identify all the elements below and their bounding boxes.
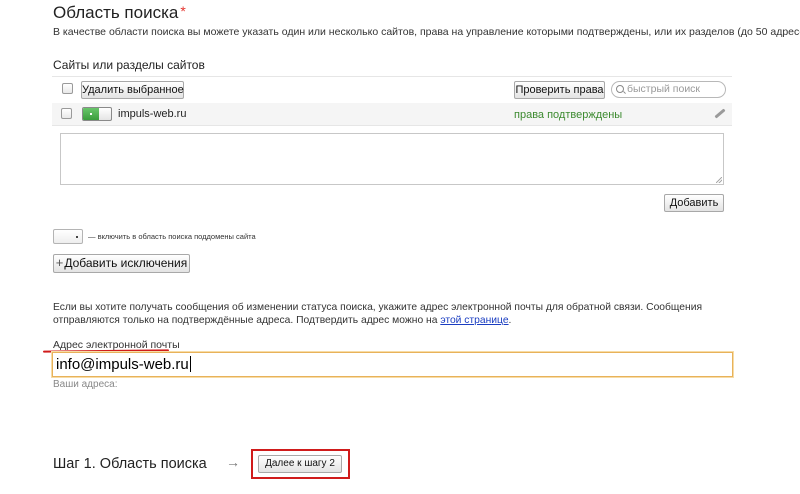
quick-search-placeholder: быстрый поиск <box>627 83 701 95</box>
email-input[interactable]: info@impuls-web.ru <box>52 352 733 377</box>
rights-status: права подтверждены <box>514 109 623 121</box>
add-exclusions-button[interactable]: +Добавить исключения <box>53 254 190 273</box>
section-title: Область поиска * <box>53 3 186 23</box>
email-info-part1: Если вы хотите получать сообщения об изм… <box>53 302 703 326</box>
select-all-checkbox[interactable] <box>62 83 73 94</box>
search-icon <box>616 85 624 93</box>
arrow-right-icon: → <box>226 454 240 470</box>
toggle-on-indicator <box>83 108 99 120</box>
email-info-part2: . <box>508 315 512 326</box>
text-caret <box>189 356 191 372</box>
next-step-button[interactable]: Далее к шагу 2 <box>258 455 342 473</box>
required-mark: * <box>180 3 186 19</box>
add-exclusions-label: Добавить исключения <box>64 256 188 270</box>
section-description: В качестве области поиска вы можете указ… <box>53 26 800 38</box>
site-toggle[interactable] <box>82 107 112 121</box>
confirm-page-link[interactable]: этой странице <box>440 315 508 326</box>
edit-pencil-icon[interactable] <box>714 108 726 119</box>
site-row-checkbox[interactable] <box>61 108 72 119</box>
email-info-text: Если вы хотите получать сообщения об изм… <box>53 301 753 327</box>
sites-label: Сайты или разделы сайтов <box>53 58 205 72</box>
add-sites-textarea[interactable] <box>60 133 724 185</box>
site-name: impuls-web.ru <box>118 108 187 120</box>
email-value: info@impuls-web.ru <box>56 356 189 373</box>
resize-handle-icon[interactable] <box>716 177 722 183</box>
subdomains-label: — включить в область поиска поддомены са… <box>88 232 256 241</box>
section-title-text: Область поиска <box>53 3 179 22</box>
plus-icon: + <box>55 255 64 270</box>
your-addresses-label: Ваши адреса: <box>53 379 118 390</box>
add-button[interactable]: Добавить <box>664 194 724 212</box>
sites-toolbar: Удалить выбранное Проверить права быстры… <box>53 78 731 100</box>
quick-search-input[interactable]: быстрый поиск <box>611 81 726 98</box>
site-row: impuls-web.ru права подтверждены <box>52 103 732 126</box>
check-rights-button[interactable]: Проверить права <box>514 81 605 99</box>
dropdown-arrow-icon <box>76 236 78 238</box>
step-label: Шаг 1. Область поиска <box>53 456 207 472</box>
delete-selected-button[interactable]: Удалить выбранное <box>81 81 184 99</box>
subdomains-select[interactable] <box>53 229 83 244</box>
